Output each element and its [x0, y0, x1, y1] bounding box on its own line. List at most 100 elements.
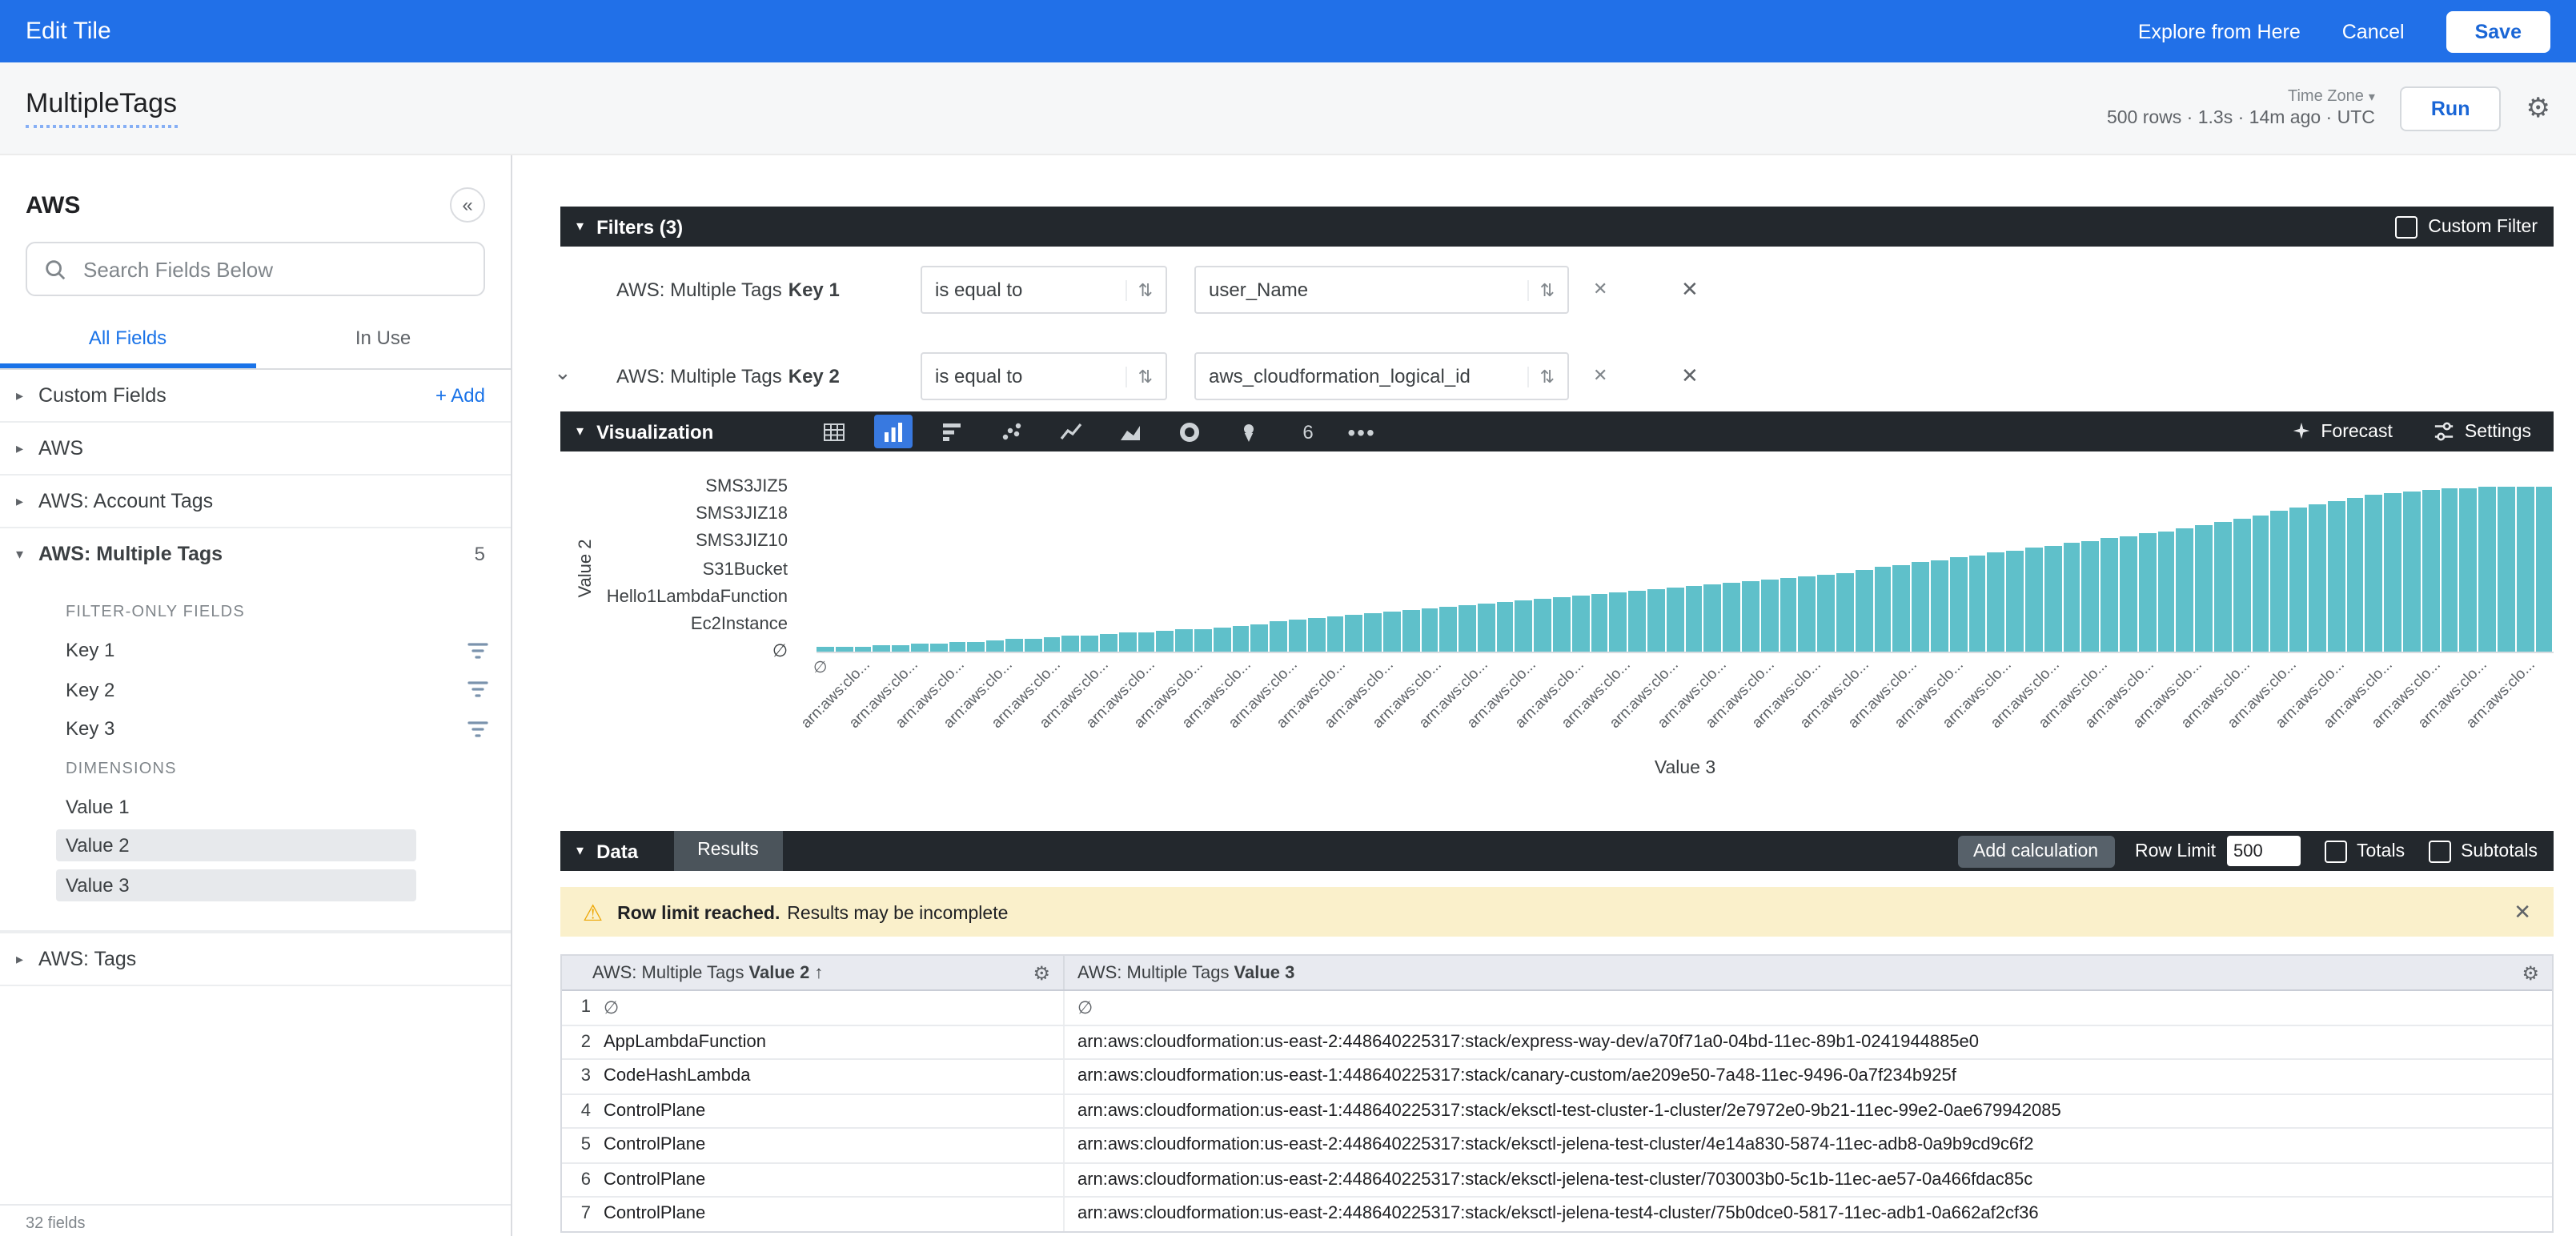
clear-value-icon[interactable]: ✕	[1593, 279, 1607, 299]
chart-bar[interactable]	[2214, 521, 2232, 652]
chart-bar[interactable]	[2082, 541, 2100, 652]
forecast-button[interactable]: Forecast	[2290, 421, 2393, 442]
chart-bar[interactable]	[2403, 492, 2421, 652]
field-item-key-2[interactable]: Key 2	[0, 670, 511, 709]
chart-bar[interactable]	[1251, 624, 1269, 652]
chart-bar[interactable]	[1100, 633, 1117, 652]
chart-bar[interactable]	[2498, 487, 2515, 652]
cell-value-2[interactable]: CodeHashLambda	[604, 1067, 750, 1086]
chart-bar[interactable]	[2157, 532, 2175, 652]
cell-value-2[interactable]: ControlPlane	[604, 1205, 705, 1224]
single-value-viz-icon[interactable]: 6	[1288, 415, 1326, 448]
cell-value-3[interactable]: arn:aws:cloudformation:us-east-2:4486402…	[1077, 1205, 2039, 1224]
chart-bar[interactable]	[1062, 635, 1080, 652]
chart-bar[interactable]	[1761, 579, 1779, 652]
line-chart-viz-icon[interactable]	[1051, 415, 1089, 448]
chart-bar[interactable]	[2516, 487, 2534, 652]
chart-bar[interactable]	[968, 642, 985, 652]
custom-filter-checkbox[interactable]	[2394, 215, 2417, 238]
table-row[interactable]: 6ControlPlanearn:aws:cloudformation:us-e…	[562, 1163, 2552, 1198]
chart-bar[interactable]	[2271, 512, 2289, 652]
cell-value-3[interactable]: arn:aws:cloudformation:us-east-1:4486402…	[1077, 1102, 2061, 1121]
filter-icon[interactable]	[467, 720, 488, 738]
column-header-value-2[interactable]: AWS: Multiple Tags Value 2 ↑ ⚙	[562, 956, 1063, 989]
filter-icon[interactable]	[467, 681, 488, 699]
add-custom-field-button[interactable]: + Add	[435, 384, 485, 407]
chart-bar[interactable]	[930, 644, 948, 652]
chart-bar[interactable]	[2139, 533, 2157, 652]
table-row[interactable]: 7ControlPlanearn:aws:cloudformation:us-e…	[562, 1198, 2552, 1230]
chart-bar[interactable]	[1629, 591, 1647, 652]
map-viz-icon[interactable]	[1229, 415, 1267, 448]
sidebar-group-multiple-tags[interactable]: ▾ AWS: Multiple Tags 5	[0, 528, 511, 580]
table-row[interactable]: 4ControlPlanearn:aws:cloudformation:us-e…	[562, 1094, 2552, 1129]
sidebar-group-custom-fields[interactable]: ▸ Custom Fields + Add	[0, 370, 511, 423]
cell-value-3[interactable]: arn:aws:cloudformation:us-east-2:4486402…	[1077, 1170, 2032, 1190]
chart-bar[interactable]	[2233, 518, 2251, 652]
subtotals-checkbox[interactable]	[2429, 840, 2451, 862]
chart-bar[interactable]	[1289, 620, 1306, 652]
remove-filter-icon[interactable]: ✕	[1681, 363, 1699, 389]
chart-bar[interactable]	[1440, 607, 1458, 652]
column-header-value-3[interactable]: AWS: Multiple Tags Value 3 ⚙	[1063, 956, 2552, 989]
search-input[interactable]	[80, 255, 467, 283]
chart-bar[interactable]	[817, 647, 834, 652]
chart-bar[interactable]	[2422, 490, 2439, 652]
viz-settings-button[interactable]: Settings	[2434, 421, 2531, 442]
chart-bar[interactable]	[1893, 566, 1911, 652]
chart-bar[interactable]	[2120, 536, 2137, 652]
table-row[interactable]: 1∅∅	[562, 991, 2552, 1025]
field-item-key-3[interactable]: Key 3	[0, 709, 511, 748]
column-gear-icon[interactable]: ⚙	[2522, 963, 2539, 982]
chart-bar[interactable]	[2384, 493, 2401, 652]
chart-bar[interactable]	[1346, 616, 1363, 652]
table-viz-icon[interactable]	[814, 415, 853, 448]
tab-all-fields[interactable]: All Fields	[0, 312, 255, 368]
filter-value-select[interactable]: aws_cloudformation_logical_id ⇅	[1194, 352, 1569, 400]
sidebar-group-tags[interactable]: ▸ AWS: Tags	[0, 932, 511, 986]
chart-bar[interactable]	[892, 645, 909, 652]
sidebar-group-account-tags[interactable]: ▸ AWS: Account Tags	[0, 476, 511, 528]
chart-bar[interactable]	[1856, 569, 1873, 652]
chart-bar[interactable]	[1307, 619, 1325, 652]
chart-bar[interactable]	[1931, 561, 1948, 652]
table-row[interactable]: 3CodeHashLambdaarn:aws:cloudformation:us…	[562, 1060, 2552, 1094]
chart-bar[interactable]	[1081, 635, 1098, 652]
field-item-value-2[interactable]: Value 2	[0, 826, 511, 865]
chart-bar[interactable]	[1647, 589, 1665, 652]
chart-bar[interactable]	[2460, 488, 2478, 652]
explore-from-here-link[interactable]: Explore from Here	[2138, 20, 2301, 42]
timezone-selector[interactable]: Time Zone▾	[2288, 88, 2375, 106]
scatter-viz-icon[interactable]	[992, 415, 1030, 448]
chart-bar[interactable]	[1610, 592, 1627, 652]
cancel-button[interactable]: Cancel	[2342, 20, 2405, 42]
chart-bar[interactable]	[1723, 583, 1741, 652]
chart-bar[interactable]	[1704, 584, 1722, 652]
tab-in-use[interactable]: In Use	[255, 312, 511, 368]
chart-bar[interactable]	[2025, 548, 2043, 652]
sidebar-group-aws[interactable]: ▸ AWS	[0, 423, 511, 476]
collapse-triangle-icon[interactable]: ▾	[576, 423, 584, 440]
filter-operator-select[interactable]: is equal to ⇅	[921, 352, 1167, 400]
filter-operator-select[interactable]: is equal to ⇅	[921, 266, 1167, 314]
chart-bar[interactable]	[873, 645, 891, 652]
save-button[interactable]: Save	[2446, 10, 2550, 52]
chart-bar[interactable]	[1138, 632, 1155, 652]
chart-bar[interactable]	[1383, 612, 1401, 652]
chart-bar[interactable]	[1478, 604, 1495, 652]
chart-bar[interactable]	[1572, 596, 1590, 652]
chart-bar[interactable]	[1194, 628, 1212, 652]
chart-bar[interactable]	[2006, 551, 2024, 652]
chart-bar[interactable]	[2478, 487, 2496, 652]
chart-bar[interactable]	[1685, 586, 1703, 652]
clear-value-icon[interactable]: ✕	[1593, 365, 1607, 386]
chart-bar[interactable]	[2177, 528, 2194, 652]
chart-bar[interactable]	[1515, 600, 1533, 652]
chart-bar[interactable]	[1043, 636, 1061, 652]
chart-bar[interactable]	[1817, 574, 1835, 652]
chart-bar[interactable]	[2101, 538, 2118, 652]
column-gear-icon[interactable]: ⚙	[1033, 963, 1050, 982]
visualization-section-header[interactable]: ▾ Visualization 6 ••• Forecast	[560, 411, 2554, 451]
cell-value-2[interactable]: ∅	[604, 997, 619, 1018]
chart-bar[interactable]	[1591, 594, 1608, 652]
